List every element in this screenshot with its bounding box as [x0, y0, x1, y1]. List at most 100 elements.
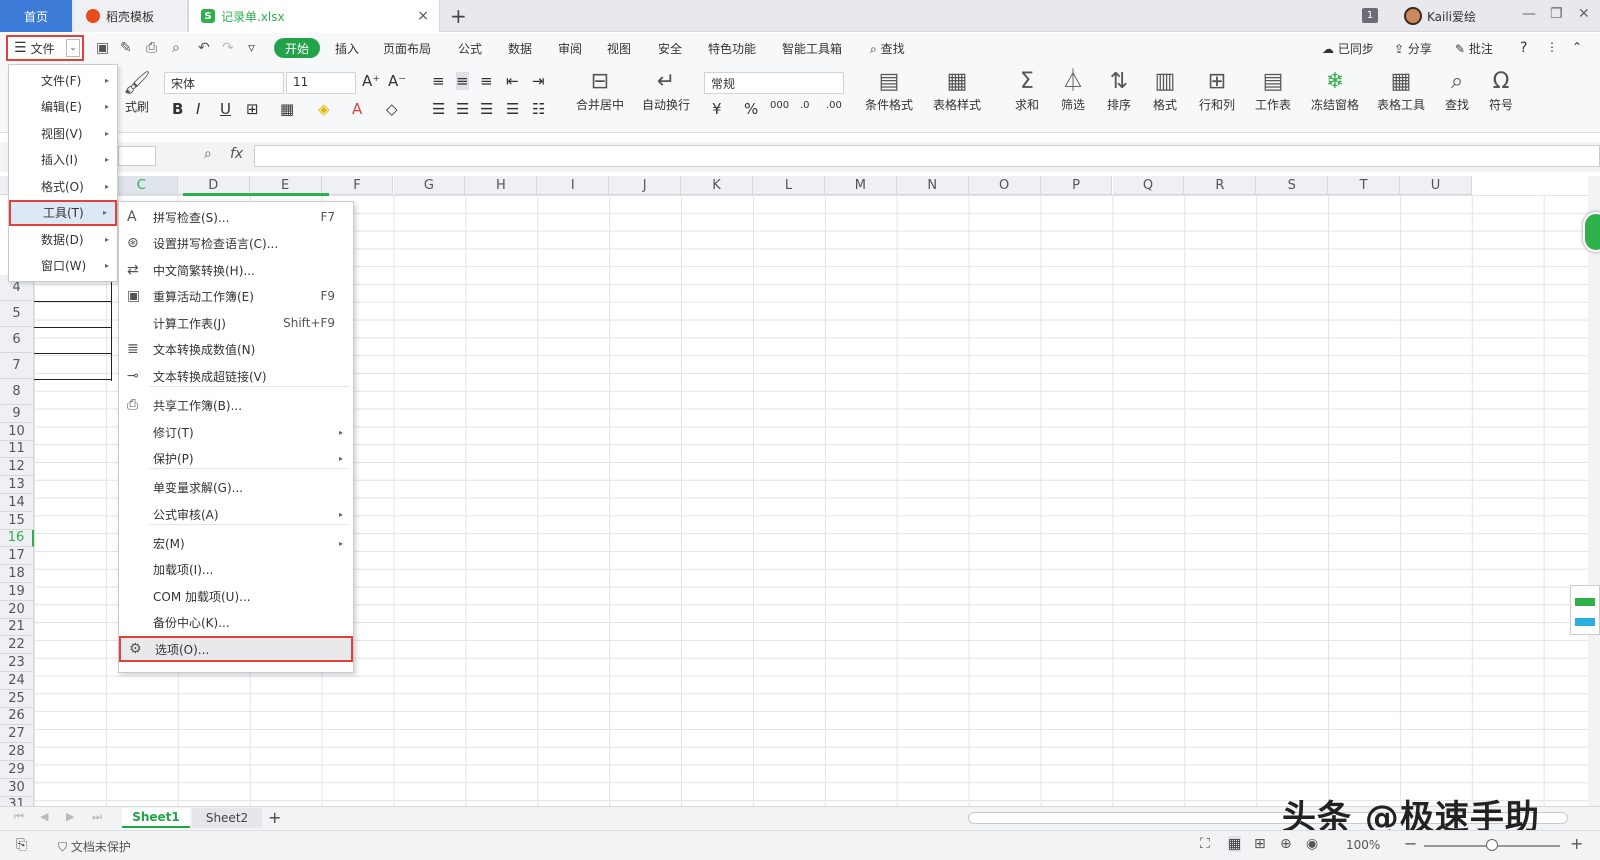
column-header-H[interactable]: H	[465, 176, 538, 195]
sheet-tab-2[interactable]: Sheet2	[192, 808, 262, 828]
currency-icon[interactable]: ¥	[712, 100, 722, 118]
column-header-Q[interactable]: Q	[1112, 176, 1185, 195]
undo-icon[interactable]: ↶	[198, 40, 210, 56]
column-header-O[interactable]: O	[968, 176, 1041, 195]
row-header-29[interactable]: 29	[0, 761, 34, 779]
clear-format-icon[interactable]: ◇	[386, 100, 398, 118]
column-header-U[interactable]: U	[1400, 176, 1472, 195]
decrease-decimal-icon[interactable]: .00	[826, 100, 842, 111]
notification-count-badge[interactable]: 1	[1362, 8, 1378, 23]
file-menu-item-0[interactable]: 文件(F) ▸	[9, 67, 117, 93]
font-color-icon[interactable]: A	[352, 100, 362, 118]
column-header-I[interactable]: I	[537, 176, 610, 195]
row-header-18[interactable]: 18	[0, 565, 34, 583]
tools-menu-item-16[interactable]: ⚙ 选项(O)...	[119, 636, 353, 662]
align-right-icon[interactable]: ☰	[480, 100, 493, 118]
name-box[interactable]	[118, 146, 156, 166]
column-header-K[interactable]: K	[681, 176, 753, 195]
tools-menu-item-11[interactable]: 公式审核(A) ▸	[119, 501, 353, 527]
symbol-button[interactable]: Ω 符号	[1480, 68, 1522, 113]
align-left-icon[interactable]: ☰	[432, 100, 445, 118]
macro-record-icon[interactable]: ⎘	[16, 837, 27, 853]
floating-assistant-icon[interactable]	[1583, 212, 1600, 252]
row-header-10[interactable]: 10	[0, 422, 34, 441]
new-tab-button[interactable]: +	[450, 4, 467, 28]
indent-decrease-icon[interactable]: ⇤	[506, 72, 519, 90]
row-header-8[interactable]: 8	[0, 379, 34, 405]
row-header-5[interactable]: 5	[0, 301, 34, 327]
collapse-ribbon-icon[interactable]: ⌃	[1572, 40, 1582, 54]
column-header-G[interactable]: G	[393, 176, 466, 195]
row-header-16[interactable]: 16	[0, 529, 34, 548]
file-menu-item-1[interactable]: 编辑(E) ▸	[9, 94, 117, 120]
close-window-button[interactable]: ✕	[1578, 6, 1590, 22]
file-menu-item-5[interactable]: 工具(T) ▸	[9, 199, 117, 226]
file-menu-button[interactable]: ☰ 文件 ⌄	[6, 35, 84, 61]
formula-input[interactable]	[254, 145, 1600, 167]
table-style-button[interactable]: ▦ 表格样式	[926, 68, 988, 113]
tools-menu-item-0[interactable]: A 拼写检查(S)... F7	[119, 204, 353, 230]
column-header-S[interactable]: S	[1256, 176, 1329, 195]
row-header-12[interactable]: 12	[0, 458, 34, 477]
row-header-23[interactable]: 23	[0, 654, 34, 672]
file-menu-item-7[interactable]: 窗口(W) ▸	[9, 253, 117, 279]
wrap-text-button[interactable]: ↵ 自动换行	[636, 68, 696, 113]
zoom-formula-icon[interactable]: ⌕	[204, 146, 212, 162]
prev-sheet-icon[interactable]: ◀	[40, 810, 48, 823]
chevron-down-icon[interactable]: ⌄	[66, 39, 80, 57]
page-break-view-icon[interactable]: ⊞	[1254, 836, 1266, 852]
tools-menu-item-7[interactable]: ⎙ 共享工作簿(B)...	[119, 392, 353, 418]
tab-start[interactable]: 开始	[274, 38, 320, 58]
format-painter-icon[interactable]: ✎	[120, 40, 132, 56]
font-name-select[interactable]: 宋体	[164, 72, 284, 94]
row-header-15[interactable]: 15	[0, 511, 34, 530]
column-header-F[interactable]: F	[321, 176, 394, 195]
tools-menu-item-4[interactable]: 计算工作表(J) Shift+F9	[119, 310, 353, 336]
comment-button[interactable]: ✎ 批注	[1455, 40, 1493, 57]
search-command[interactable]: ⌕ 查找	[870, 40, 905, 57]
border-icon[interactable]: ⊞	[246, 100, 259, 118]
column-header-L[interactable]: L	[753, 176, 825, 195]
tools-menu-item-1[interactable]: ⊛ 设置拼写检查语言(C)...	[119, 230, 353, 256]
align-bottom-icon[interactable]: ≡	[480, 72, 493, 90]
worksheet-button[interactable]: ▤ 工作表	[1248, 68, 1298, 113]
tab-home[interactable]: 首页	[0, 0, 72, 32]
protect-status[interactable]: ⛉ 文档未保护	[58, 838, 131, 855]
row-header-22[interactable]: 22	[0, 636, 34, 655]
thousands-separator-icon[interactable]: 000	[770, 100, 789, 111]
customize-toolbar-icon[interactable]: ▿	[248, 40, 255, 56]
row-header-31[interactable]: 31	[0, 796, 34, 806]
decrease-font-icon[interactable]: A⁻	[388, 72, 406, 90]
table-tools-button[interactable]: ▦ 表格工具	[1370, 68, 1432, 113]
help-button[interactable]: ?	[1520, 40, 1527, 56]
tab-security[interactable]: 安全	[658, 40, 682, 57]
tools-menu-item-6[interactable]: ⊸ 文本转换成超链接(V)	[119, 363, 353, 389]
add-sheet-button[interactable]: +	[268, 808, 281, 827]
row-header-30[interactable]: 30	[0, 778, 34, 797]
username[interactable]: Kaili爱绘	[1427, 8, 1476, 25]
column-header-J[interactable]: J	[609, 176, 682, 195]
file-menu-item-3[interactable]: 插入(I) ▸	[9, 147, 117, 173]
avatar[interactable]	[1404, 7, 1422, 25]
indent-increase-icon[interactable]: ⇥	[532, 72, 545, 90]
tab-page-layout[interactable]: 页面布局	[383, 40, 431, 57]
tab-close-icon[interactable]: ×	[417, 8, 429, 24]
tools-menu-item-3[interactable]: ▣ 重算活动工作簿(E) F9	[119, 283, 353, 309]
row-header-14[interactable]: 14	[0, 494, 34, 512]
restore-button[interactable]: ❐	[1550, 6, 1563, 22]
tools-menu-item-9[interactable]: 保护(P) ▸	[119, 445, 353, 471]
file-menu-item-2[interactable]: 视图(V) ▸	[9, 120, 117, 146]
align-middle-icon[interactable]: ≡	[456, 72, 469, 90]
print-icon[interactable]: ⎙	[146, 40, 157, 56]
tab-review[interactable]: 审阅	[558, 40, 582, 57]
filter-button[interactable]: ⏃ 筛选	[1052, 68, 1094, 113]
first-sheet-icon[interactable]: ⏮	[14, 810, 24, 824]
row-header-21[interactable]: 21	[0, 618, 34, 637]
zoom-in-button[interactable]: +	[1570, 834, 1583, 853]
format-button[interactable]: ▥ 格式	[1144, 68, 1186, 113]
tab-template[interactable]: 稻壳模板	[74, 0, 188, 32]
tools-menu-item-14[interactable]: COM 加载项(U)...	[119, 583, 353, 609]
column-header-T[interactable]: T	[1328, 176, 1401, 195]
font-size-select[interactable]: 11	[286, 72, 356, 94]
redo-icon[interactable]: ↷	[222, 40, 234, 56]
